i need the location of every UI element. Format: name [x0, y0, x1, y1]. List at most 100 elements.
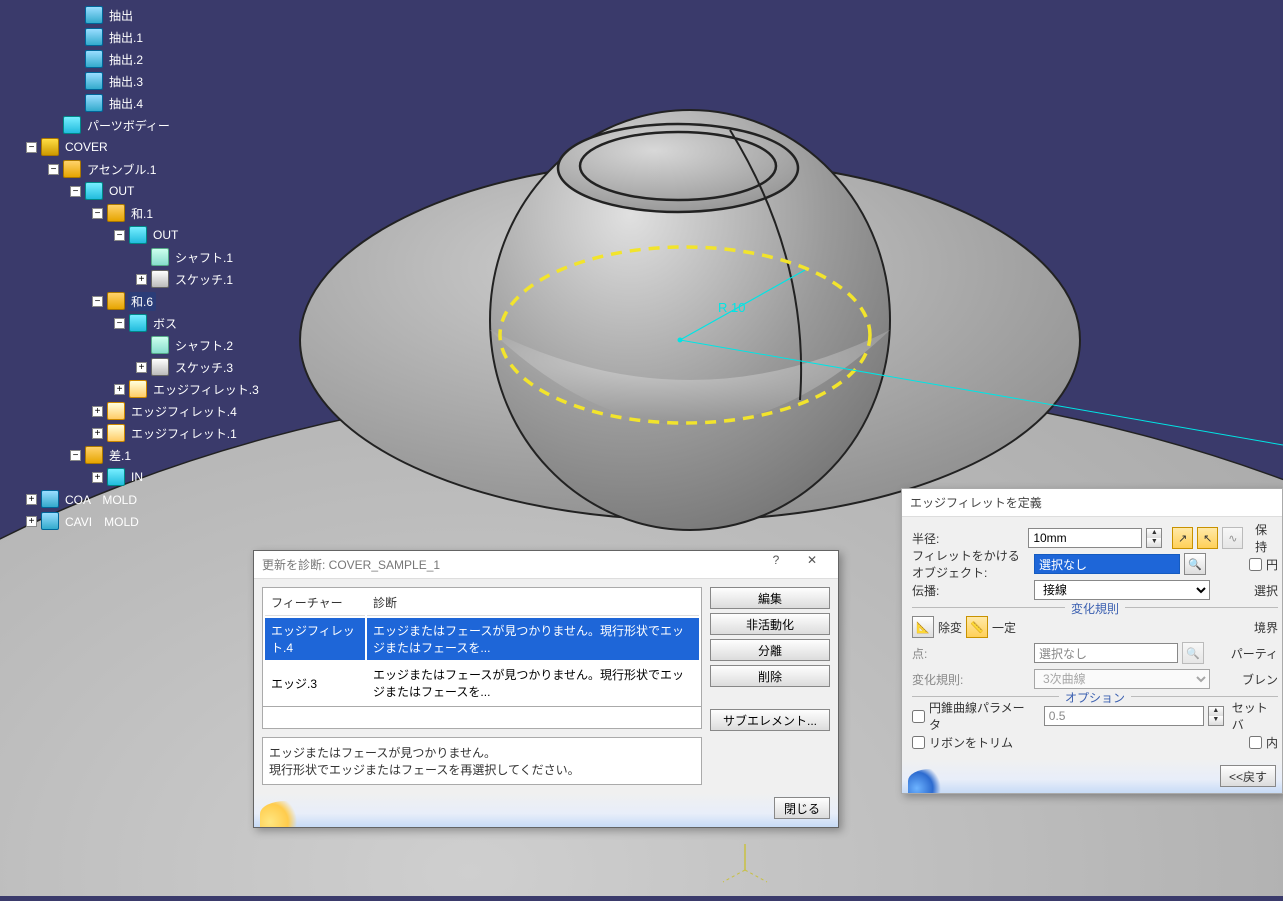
tree-item[interactable]: 抽出.4 [4, 92, 300, 114]
tree-item[interactable]: +CAVI MOLD [4, 510, 300, 532]
tree-item[interactable]: −アセンブル.1 [4, 158, 300, 180]
constant-icon[interactable]: 📏 [966, 616, 988, 638]
propagation-select[interactable]: 接線 [1034, 580, 1210, 600]
trim-ribbon-check[interactable]: リボンをトリム [912, 731, 1013, 753]
expand-toggle[interactable]: − [70, 186, 81, 197]
expand-toggle[interactable]: + [92, 406, 103, 417]
isolate-button[interactable]: 分離 [710, 639, 830, 661]
feature-icon [151, 358, 169, 376]
section-variation: 変化規則 [1065, 600, 1125, 617]
close-dialog-button[interactable]: 閉じる [774, 797, 830, 819]
feature-icon [107, 468, 125, 486]
diagnosis-table[interactable]: フィーチャー 診断 エッジフィレット.4エッジまたはフェースが見つかりません。現… [262, 587, 702, 707]
tree-item[interactable]: +COA MOLD [4, 488, 300, 510]
expand-toggle[interactable]: + [136, 274, 147, 285]
side-party: パーティ [1231, 645, 1278, 662]
delete-button[interactable]: 削除 [710, 665, 830, 687]
expand-toggle[interactable]: + [114, 384, 125, 395]
expand-toggle[interactable]: − [26, 142, 37, 153]
expand-toggle[interactable]: − [92, 208, 103, 219]
expand-toggle[interactable]: − [114, 318, 125, 329]
side-blend: ブレン [1242, 671, 1278, 688]
subelement-button[interactable]: サブエレメント... [710, 709, 830, 731]
expand-toggle[interactable]: + [26, 516, 37, 527]
tree-item-label: 和.1 [128, 204, 156, 223]
radius-input[interactable] [1028, 528, 1142, 548]
side-inner-check[interactable]: 内 [1249, 731, 1278, 753]
tree-item[interactable]: シャフト.2 [4, 334, 300, 356]
tree-item[interactable]: − COVER [4, 136, 300, 158]
tree-item[interactable]: シャフト.1 [4, 246, 300, 268]
expand-toggle[interactable]: − [92, 296, 103, 307]
tree-item[interactable]: パーツボディー [4, 114, 300, 136]
gradual-label: 除変 [938, 619, 962, 636]
feature-icon [129, 380, 147, 398]
tree-item[interactable]: 抽出.1 [4, 26, 300, 48]
feature-icon [41, 138, 59, 156]
table-row[interactable]: エッジ.3エッジまたはフェースが見つかりません。現行形状でエッジまたはフェースを… [265, 662, 699, 704]
feature-tree[interactable]: 抽出抽出.1抽出.2抽出.3抽出.4パーツボディー−COVER−アセンブル.1−… [0, 0, 300, 532]
tree-item[interactable]: −和.6 [4, 290, 300, 312]
feature-icon [107, 204, 125, 222]
tree-item[interactable]: − 和.1 [4, 202, 300, 224]
mode3-icon[interactable]: ∿ [1222, 527, 1243, 549]
conic-input [1044, 706, 1204, 726]
expand-toggle[interactable]: + [136, 362, 147, 373]
feature-icon [107, 292, 125, 310]
expand-toggle[interactable]: − [70, 450, 81, 461]
tree-item-label: OUT [150, 227, 181, 243]
help-button[interactable]: ? [758, 553, 794, 577]
tree-item[interactable]: − OUT [4, 224, 300, 246]
tree-item[interactable]: −差.1 [4, 444, 300, 466]
radius-spinner[interactable]: ▲▼ [1146, 528, 1162, 548]
side-circle-check[interactable]: 円 [1249, 553, 1278, 575]
expand-toggle[interactable]: + [92, 472, 103, 483]
label-propagation: 伝播: [912, 582, 1030, 599]
fillet-dialog-title: エッジフィレットを定義 [910, 494, 1042, 511]
tree-item[interactable]: 抽出.2 [4, 48, 300, 70]
deactivate-button[interactable]: 非活動化 [710, 613, 830, 635]
feature-icon [85, 50, 103, 68]
expand-toggle[interactable]: − [48, 164, 59, 175]
mode1-icon[interactable]: ↗ [1172, 527, 1193, 549]
tree-item[interactable]: +エッジフィレット.1 [4, 422, 300, 444]
tree-item-label: 抽出.4 [106, 94, 146, 113]
tree-item[interactable]: +スケッチ.1 [4, 268, 300, 290]
expand-toggle[interactable]: − [114, 230, 125, 241]
gradual-icon[interactable]: 📐 [912, 616, 934, 638]
tree-item[interactable]: +IN [4, 466, 300, 488]
mode2-icon[interactable]: ↖ [1197, 527, 1218, 549]
tree-item-label: シャフト.1 [172, 248, 236, 267]
tree-item[interactable]: + エッジフィレット.3 [4, 378, 300, 400]
object-input[interactable] [1034, 554, 1180, 574]
edit-button[interactable]: 編集 [710, 587, 830, 609]
feature-icon [85, 446, 103, 464]
expand-toggle[interactable]: + [26, 494, 37, 505]
tree-item[interactable]: 抽出.3 [4, 70, 300, 92]
back-button[interactable]: <<戻す [1220, 765, 1276, 787]
tree-item[interactable]: −OUT [4, 180, 300, 202]
point-input [1034, 643, 1178, 663]
tree-item[interactable]: −ボス [4, 312, 300, 334]
dialog-title-bar[interactable]: 更新を診断: COVER_SAMPLE_1 ? ✕ [254, 551, 838, 579]
feature-icon [107, 402, 125, 420]
tree-item-label: エッジフィレット.3 [150, 380, 262, 399]
dialog-title: 更新を診断: COVER_SAMPLE_1 [262, 556, 440, 573]
tree-item[interactable]: 抽出 [4, 4, 300, 26]
table-row[interactable]: エッジフィレット.4エッジまたはフェースが見つかりません。現行形状でエッジまたは… [265, 618, 699, 660]
feature-icon [107, 424, 125, 442]
object-picker-icon[interactable]: 🔍 [1184, 553, 1206, 575]
conic-check[interactable]: 円錐曲線パラメータ [912, 705, 1032, 727]
tree-item[interactable]: +エッジフィレット.4 [4, 400, 300, 422]
close-button[interactable]: ✕ [794, 553, 830, 577]
fillet-dialog-title-bar[interactable]: エッジフィレットを定義 [902, 489, 1282, 517]
tree-item-label: COVER [62, 139, 111, 155]
expand-toggle[interactable]: + [92, 428, 103, 439]
tree-item-label: 抽出.1 [106, 28, 146, 47]
side-keep: 保持 [1255, 521, 1278, 555]
section-option: オプション [1059, 689, 1131, 706]
col-diagnosis[interactable]: 診断 [367, 590, 699, 616]
col-feature[interactable]: フィーチャー [265, 590, 365, 616]
label-object: フィレットをかけるオブジェクト: [912, 547, 1030, 581]
tree-item[interactable]: +スケッチ.3 [4, 356, 300, 378]
